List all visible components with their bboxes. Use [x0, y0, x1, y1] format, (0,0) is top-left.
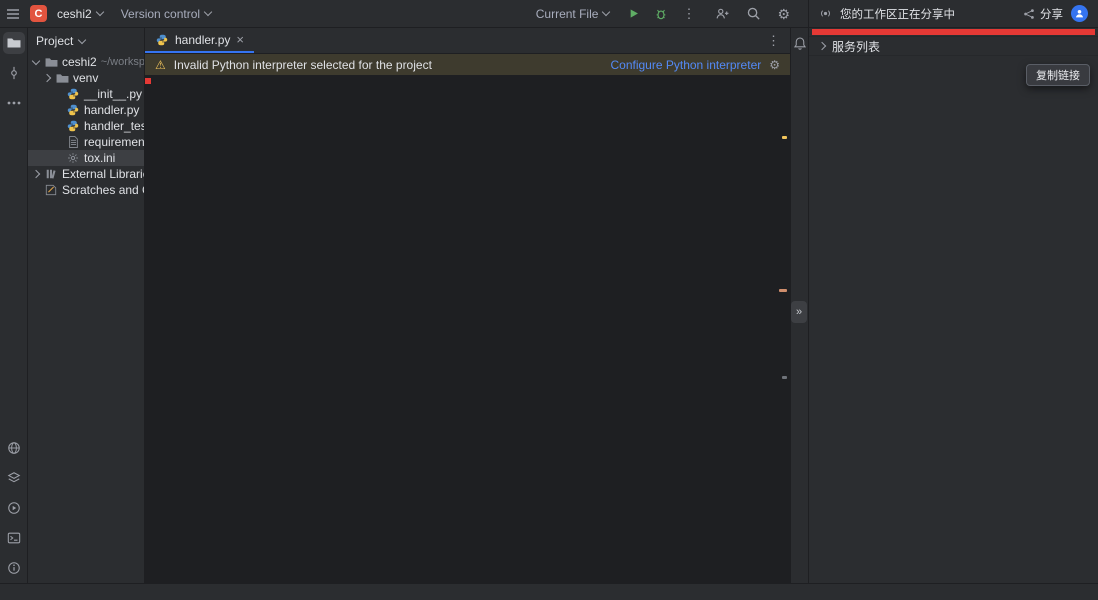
python-file-icon — [155, 34, 169, 46]
user-avatar[interactable] — [1071, 5, 1088, 22]
tree-item-external-libraries[interactable]: External Libraries — [28, 166, 144, 182]
share-icon — [1023, 8, 1035, 20]
tree-item-tox-ini[interactable]: tox.ini — [28, 150, 144, 166]
annotation-highlight-editor — [145, 78, 151, 84]
services-layers-icon[interactable] — [3, 467, 25, 489]
scrollbar-mark — [782, 376, 787, 379]
ide-window: C ceshi2 Version control Current File — [0, 0, 1098, 600]
config-icon — [66, 152, 80, 164]
tree-item-handler-test-py[interactable]: handler_test.py — [28, 118, 144, 134]
scratch-icon — [44, 184, 58, 196]
right-toolbar-strip: » — [790, 28, 808, 583]
python-icon — [66, 104, 80, 116]
project-name: ceshi2 — [57, 7, 92, 21]
tree-item-label: ceshi2 — [62, 55, 97, 69]
configure-interpreter-link[interactable]: Configure Python interpreter — [610, 58, 761, 72]
editor-area: handler.py × ⋮ ⚠ Invalid Python interpre… — [145, 28, 790, 583]
more-tools-icon[interactable] — [3, 92, 25, 114]
code-editor[interactable] — [145, 76, 790, 583]
notifications-bell-icon[interactable] — [793, 36, 807, 51]
activity-bar — [0, 28, 28, 583]
tree-item-venv[interactable]: venv — [28, 70, 144, 86]
tree-item-requirements-txt[interactable]: requirements.txt — [28, 134, 144, 150]
tree-item-hint: ~/workspace/... — [101, 56, 144, 68]
scrollbar-mark — [779, 289, 787, 292]
tree-item-scratches-and-consoles[interactable]: Scratches and Consoles — [28, 182, 144, 198]
tree-item-label: __init__.py — [84, 87, 142, 101]
tree-item-label: Scratches and Consoles — [62, 183, 144, 197]
run-tool-icon[interactable] — [3, 497, 25, 519]
chevron-down-icon — [78, 35, 86, 43]
tree-item--init-py[interactable]: __init__.py — [28, 86, 144, 102]
interpreter-warning-banner: ⚠ Invalid Python interpreter selected fo… — [145, 54, 790, 76]
problems-info-icon[interactable] — [3, 557, 25, 579]
editor-tab-bar: handler.py × ⋮ — [145, 28, 790, 54]
library-icon — [44, 168, 58, 180]
project-logo: C — [30, 5, 47, 22]
workspace-sharing-status: 您的工作区正在分享中 — [840, 6, 955, 22]
close-icon[interactable]: × — [236, 33, 244, 46]
copy-link-tooltip: 复制链接 — [1026, 64, 1090, 86]
code-with-me-icon[interactable] — [715, 7, 730, 21]
python-icon — [66, 120, 80, 132]
tab-handler-py[interactable]: handler.py × — [145, 28, 254, 53]
section-service-list[interactable]: 服务列表 — [809, 37, 1098, 56]
chevron-down-icon — [32, 61, 40, 64]
tree-item-ceshi2[interactable]: ceshi2 ~/workspace/... — [28, 54, 144, 70]
debug-button[interactable] — [654, 7, 668, 21]
sharing-indicator-icon — [819, 7, 832, 20]
warning-icon: ⚠ — [155, 58, 166, 72]
tree-item-label: tox.ini — [84, 151, 115, 165]
banner-message: Invalid Python interpreter selected for … — [174, 58, 432, 72]
share-button[interactable]: 分享 — [1023, 6, 1063, 22]
panel-collapse-chevrons-icon[interactable]: » — [791, 301, 807, 323]
scrollbar-mark — [782, 136, 787, 139]
chevron-right-icon — [43, 75, 51, 81]
annotation-highlight-panel — [812, 29, 1095, 35]
python-icon — [66, 88, 80, 100]
tree-item-handler-py[interactable]: handler.py — [28, 102, 144, 118]
more-actions-icon[interactable]: ⋮ — [682, 7, 695, 20]
chevron-down-icon — [602, 8, 610, 16]
commit-tool-icon[interactable] — [3, 62, 25, 84]
chevron-right-icon — [818, 42, 826, 50]
project-tool-icon[interactable] — [3, 32, 25, 54]
function-list: 复制链接 — [809, 28, 1098, 37]
main-menu-icon[interactable] — [6, 8, 20, 20]
folder-icon — [55, 73, 69, 84]
tree-item-label: External Libraries — [62, 167, 144, 181]
project-panel-header[interactable]: Project — [28, 28, 144, 54]
project-panel: Project ceshi2 ~/workspace/...venv __init… — [28, 28, 145, 583]
chevron-down-icon — [95, 8, 103, 16]
title-bar: C ceshi2 Version control Current File — [0, 0, 1098, 28]
function-compute-panel: 复制链接 服务列表 — [808, 28, 1098, 583]
vcs-widget[interactable]: Version control — [117, 5, 215, 23]
tree-item-label: requirements.txt — [84, 135, 144, 149]
settings-gear-icon[interactable]: ⚙ — [777, 7, 790, 21]
search-icon[interactable] — [746, 6, 761, 21]
tree-item-label: handler_test.py — [84, 119, 144, 133]
project-tree: ceshi2 ~/workspace/...venv __init__.pyhan… — [28, 54, 144, 198]
chevron-right-icon — [32, 171, 40, 177]
tab-options-icon[interactable]: ⋮ — [767, 33, 790, 49]
tree-item-label: venv — [73, 71, 98, 85]
textfile-icon — [66, 136, 80, 148]
endpoints-globe-icon[interactable] — [3, 437, 25, 459]
run-button[interactable] — [627, 7, 640, 20]
workspace-share-bar: 您的工作区正在分享中 分享 — [808, 0, 1098, 27]
tree-item-label: handler.py — [84, 103, 139, 117]
terminal-icon[interactable] — [3, 527, 25, 549]
status-bar — [0, 583, 1098, 600]
project-widget[interactable]: C ceshi2 — [30, 5, 107, 23]
run-configuration-select[interactable]: Current File — [532, 5, 614, 23]
folder-icon — [44, 57, 58, 68]
banner-settings-icon[interactable]: ⚙ — [769, 59, 780, 71]
chevron-down-icon — [204, 8, 212, 16]
